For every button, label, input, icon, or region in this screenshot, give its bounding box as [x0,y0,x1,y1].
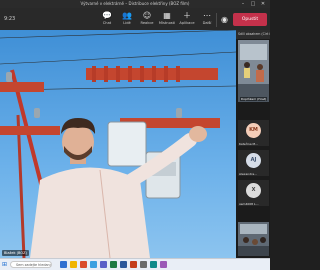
participant-name: Kateřina M... [239,142,258,146]
people-label: Lidé [123,21,131,25]
classroom-video-tile[interactable] [238,222,269,256]
participant-name: Alexandra... [239,172,258,176]
featured-video-tile[interactable]: Doplňkem (Host) [238,40,269,102]
powerpoint-icon[interactable] [130,261,137,268]
title-bar: Výtvarné v elektrárně – Distribuce elekt… [0,0,270,8]
chat-icon: 💬 [102,11,112,20]
more-label: Další [202,21,212,25]
people-icon: 👥 [122,11,132,20]
reactions-icon: ☺ [142,11,152,20]
participant-tile[interactable]: AJ Alexandra... [238,150,269,176]
apps-icon: ＋ [183,11,191,20]
apps-label: Aplikace [179,21,195,25]
office-icon[interactable] [80,261,87,268]
rooms-label: Místnosti [158,21,176,25]
avatar: AJ [246,153,261,168]
window-title: Výtvarné v elektrárně – Distribuce elekt… [80,1,190,6]
meeting-toolbar: 9:23 💬 Chat 👥 Lidé ☺ Reakce ▦ Místnosti … [0,8,270,30]
participant-tile[interactable]: KM Kateřina M... [238,120,269,146]
featured-participant-name: Doplňkem (Host) [240,97,268,101]
classroom-thumbnail [238,222,269,256]
teams-icon[interactable] [100,261,107,268]
participants-panel: Sdílí obsahem (Cirt in... Doplňkem (Host… [236,30,270,258]
task-view-icon[interactable] [60,261,67,268]
more-icon: ⋯ [203,11,211,20]
participant-name: xem4008 L... [239,202,259,206]
panel-header: Sdílí obsahem (Cirt in... [236,30,270,39]
meeting-timer: 9:23 [4,16,16,22]
file-explorer-icon[interactable] [70,261,77,268]
rooms-button[interactable]: ▦ Místnosti [157,10,177,28]
word-icon[interactable] [120,261,127,268]
app-icon[interactable] [150,261,157,268]
minimize-icon[interactable]: – [238,0,248,8]
taskbar: ⊞ Sem zadejte hledaný výraz [0,258,270,270]
chat-button[interactable]: 💬 Chat [97,10,117,28]
rooms-icon: ▦ [163,11,171,20]
edge-icon[interactable] [90,261,97,268]
apps-button[interactable]: ＋ Aplikace [177,10,197,28]
leave-button[interactable]: Opustit [233,13,267,26]
maximize-icon[interactable]: □ [248,0,258,8]
camera-icon[interactable]: ◉ [219,14,230,25]
avatar: KM [246,123,261,138]
reactions-label: Reakce [140,21,154,25]
avatar: X [246,183,261,198]
excel-icon[interactable] [110,261,117,268]
app-icon[interactable] [140,261,147,268]
toolbar-divider [216,13,217,27]
more-button[interactable]: ⋯ Další [197,10,217,28]
app-icon[interactable] [160,261,167,268]
presenter-label: Blažek (BOZ) [2,250,29,256]
reactions-button[interactable]: ☺ Reakce [137,10,157,28]
classroom-thumbnail [238,40,269,102]
shared-video-frame [0,30,236,258]
chat-label: Chat [102,21,112,25]
taskbar-search-input[interactable]: Sem zadejte hledaný výraz [10,261,52,268]
people-button[interactable]: 👥 Lidé [117,10,137,28]
shared-video-stage: Blažek (BOZ) [0,30,236,258]
windows-start-icon[interactable]: ⊞ [2,261,8,268]
participant-tile[interactable]: X xem4008 L... [238,180,269,206]
close-icon[interactable]: ✕ [258,0,268,8]
